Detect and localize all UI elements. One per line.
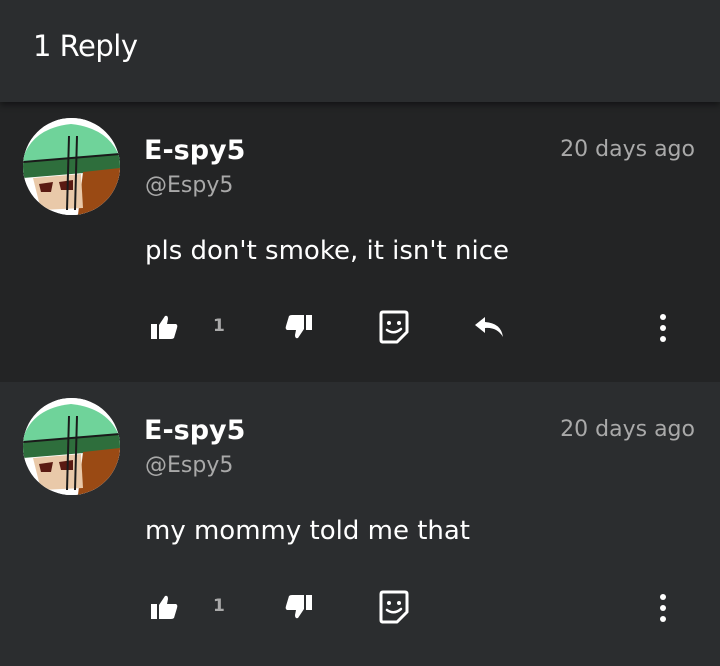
comment-actions: 1 <box>0 582 720 632</box>
comment-card: E-spy5 @Espy5 20 days ago pls don't smok… <box>0 102 720 382</box>
comment-author[interactable]: E-spy5 <box>144 135 245 166</box>
sticker-icon[interactable] <box>378 310 410 344</box>
comment-timestamp: 20 days ago <box>560 417 695 442</box>
sticker-icon[interactable] <box>378 590 410 624</box>
comment-handle[interactable]: @Espy5 <box>145 453 233 478</box>
avatar[interactable] <box>23 118 120 215</box>
comment-actions: 1 <box>0 302 720 352</box>
thumbs-up-icon[interactable] <box>150 594 178 620</box>
comment-card: E-spy5 @Espy5 20 days ago my mommy told … <box>0 382 720 666</box>
reply-icon[interactable] <box>473 315 505 339</box>
like-count: 1 <box>213 316 225 336</box>
thumbs-down-icon[interactable] <box>285 314 313 340</box>
comment-text: my mommy told me that <box>145 516 470 546</box>
thumbs-down-icon[interactable] <box>285 594 313 620</box>
more-vertical-icon[interactable] <box>655 312 671 344</box>
comment-timestamp: 20 days ago <box>560 137 695 162</box>
replies-header: 1 Reply <box>0 0 720 102</box>
avatar[interactable] <box>23 398 120 495</box>
replies-count-title: 1 Reply <box>33 29 138 63</box>
more-vertical-icon[interactable] <box>655 592 671 624</box>
comment-author[interactable]: E-spy5 <box>144 415 245 446</box>
comment-handle[interactable]: @Espy5 <box>145 173 233 198</box>
like-count: 1 <box>213 596 225 616</box>
comment-text: pls don't smoke, it isn't nice <box>145 236 509 266</box>
thumbs-up-icon[interactable] <box>150 314 178 340</box>
